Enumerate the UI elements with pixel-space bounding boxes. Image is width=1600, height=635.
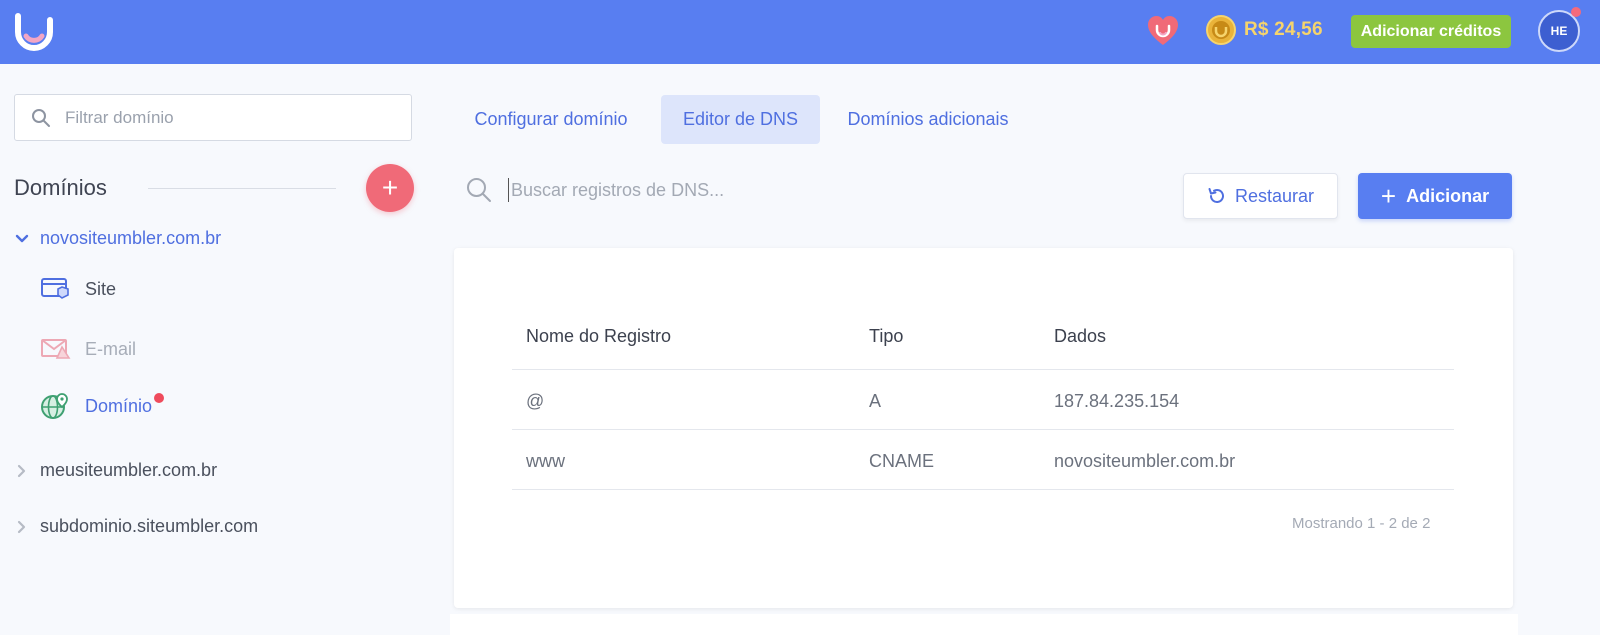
domain-name: novositeumbler.com.br [40,228,222,248]
plus-icon: + [381,172,399,203]
add-record-button[interactable]: + Adicionar [1358,173,1512,219]
heart-icon[interactable] [1146,14,1180,48]
add-credits-button[interactable]: Adicionar créditos [1351,15,1511,48]
domain-item-meusiteumbler[interactable]: meusiteumbler.com.br [14,460,217,481]
domain-name: subdominio.siteumbler.com [40,516,259,536]
domain-name: meusiteumbler.com.br [40,460,218,480]
notification-dot [1571,7,1581,17]
mail-icon [41,339,71,359]
cell-record-type[interactable]: A [869,391,881,412]
table-divider [512,429,1454,430]
chevron-right-icon [17,464,26,477]
search-icon [32,108,50,127]
nav-item-label: Site [85,278,117,299]
credit-balance: R$ 24,56 [1244,19,1323,40]
search-icon [467,178,491,202]
domains-heading: Domínios [14,175,107,200]
restore-button[interactable]: Restaurar [1183,173,1338,219]
domain-filter-input[interactable] [63,106,383,129]
nav-item-label: Domínio [85,395,153,416]
nav-item-site[interactable]: Site [41,277,116,301]
column-header-data: Dados [1054,326,1107,346]
dns-records-card [454,248,1513,608]
site-browser-icon [41,278,69,299]
add-label: Adicionar [1406,185,1490,206]
cell-record-name[interactable]: @ [526,391,544,412]
plus-icon: + [1380,181,1397,211]
nav-item-email[interactable]: E-mail [41,337,136,361]
top-bar: R$ 24,56 Adicionar créditos HE [0,0,1600,64]
nav-item-domain[interactable]: Domínio [41,392,165,420]
column-header-name: Nome do Registro [526,326,672,346]
dns-search-input[interactable] [508,178,1028,202]
umbler-logo-icon[interactable] [12,10,56,54]
dns-search-bar[interactable] [466,177,1028,203]
domain-filter-field[interactable] [14,94,412,141]
cell-record-data[interactable]: 187.84.235.154 [1054,391,1179,412]
notification-dot [154,393,165,403]
tab-editor-dns[interactable]: Editor de DNS [661,95,820,144]
undo-icon [1208,188,1224,203]
tab-dominios-adicionais[interactable]: Domínios adicionais [835,95,1021,144]
table-divider [512,369,1454,370]
tab-configurar-dominio[interactable]: Configurar domínio [460,95,642,144]
cell-record-type[interactable]: CNAME [869,451,934,472]
add-domain-button[interactable]: + [366,164,414,212]
pagination-info: Mostrando 1 - 2 de 2 [1292,515,1431,532]
column-header-type: Tipo [869,326,904,346]
cell-record-data[interactable]: novositeumbler.com.br [1054,451,1235,472]
coin-icon [1206,15,1236,45]
domain-item-subdominio[interactable]: subdominio.siteumbler.com [14,516,258,537]
heading-divider [148,188,336,189]
chevron-right-icon [17,520,26,533]
chevron-down-icon [15,234,29,242]
card-footer-strip [450,614,1518,635]
nav-item-label: E-mail [85,338,137,359]
cell-record-name[interactable]: www [526,451,565,472]
domain-item-novositeumbler[interactable]: novositeumbler.com.br [14,228,221,249]
globe-pin-icon [41,393,68,419]
restore-label: Restaurar [1234,185,1315,206]
table-divider [512,489,1454,490]
